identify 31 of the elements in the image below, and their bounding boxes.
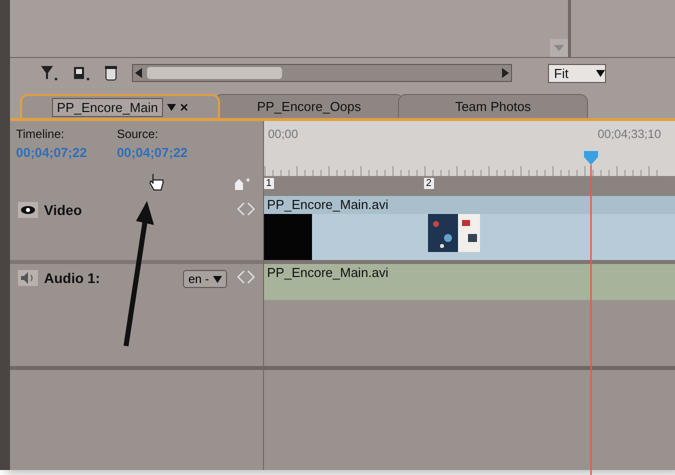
timecode-label: Source: bbox=[116, 127, 160, 141]
audio-clip[interactable] bbox=[264, 282, 675, 300]
video-clip[interactable] bbox=[264, 214, 675, 260]
zoom-dropdown[interactable]: Fit bbox=[548, 64, 606, 82]
ruler-start-time: 00;00 bbox=[268, 127, 298, 141]
tab[interactable]: Team Photos bbox=[398, 94, 588, 118]
scroll-left-icon[interactable] bbox=[135, 68, 143, 78]
eye-icon[interactable] bbox=[18, 202, 38, 218]
funnel-icon[interactable] bbox=[40, 65, 58, 81]
dropdown-arrow-icon[interactable] bbox=[166, 104, 176, 110]
close-tab[interactable]: × bbox=[180, 99, 188, 115]
dropdown-arrow-icon[interactable] bbox=[596, 70, 606, 76]
blank-frame-thumbnail bbox=[264, 214, 312, 260]
chapter-marker[interactable]: 2 bbox=[424, 178, 434, 189]
scroll-right-icon[interactable] bbox=[501, 68, 509, 78]
dropdown-arrow-icon[interactable] bbox=[213, 276, 222, 282]
hand-cursor-icon bbox=[148, 173, 164, 191]
clip-icon[interactable] bbox=[72, 65, 90, 81]
timecode-label: Timeline: bbox=[16, 127, 66, 141]
clip-name[interactable]: PP_Encore_Main.avi bbox=[264, 196, 675, 214]
chapter-marker[interactable]: 1 bbox=[264, 178, 274, 189]
tab[interactable]: PP_Encore_Main × bbox=[20, 94, 220, 118]
marker-add-icon[interactable] bbox=[233, 176, 251, 192]
ruler-end-time: 00;04;33;10 bbox=[598, 127, 661, 141]
track-name: Video bbox=[44, 202, 82, 218]
horizontal-scrollbar[interactable] bbox=[132, 64, 512, 82]
clip-name[interactable]: PP_Encore_Main.avi bbox=[264, 264, 675, 282]
speaker-icon[interactable] bbox=[18, 270, 38, 286]
track-name: Audio 1: bbox=[44, 270, 100, 286]
language-dropdown[interactable]: en - bbox=[183, 270, 227, 288]
trash-icon[interactable] bbox=[104, 65, 118, 81]
